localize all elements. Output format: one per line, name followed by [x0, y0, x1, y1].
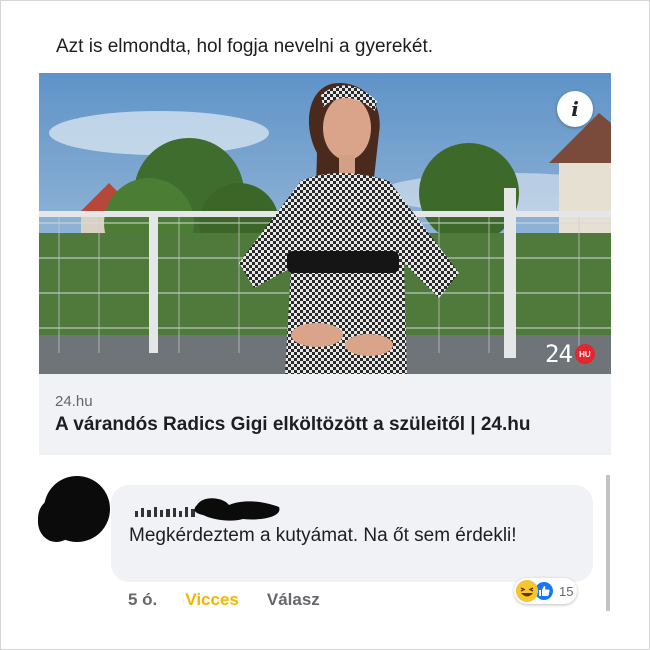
redacted-author-name[interactable] — [133, 495, 283, 523]
watermark-badge: HU — [574, 344, 595, 364]
comment-bubble: Megkérdeztem a kutyámat. Na őt sem érdek… — [111, 485, 593, 582]
link-preview-image[interactable]: i 24 HU — [39, 73, 611, 374]
reaction-count: 15 — [559, 583, 574, 599]
link-preview-card[interactable]: i 24 HU 24.hu A várandós Radics Gigi elk… — [39, 73, 611, 455]
link-domain: 24.hu — [55, 393, 93, 410]
article-photo — [39, 73, 611, 374]
watermark-text: 24 — [545, 340, 573, 368]
link-title[interactable]: A várandós Radics Gigi elköltözött a szü… — [55, 414, 530, 436]
scrollbar[interactable] — [606, 475, 610, 611]
post-text: Azt is elmondta, hol fogja nevelni a gye… — [56, 36, 434, 57]
comment-text: Megkérdeztem a kutyámat. Na őt sem érdek… — [129, 525, 517, 546]
source-watermark: 24 HU — [545, 342, 595, 366]
comment-timestamp[interactable]: 5 ó. — [128, 590, 157, 610]
reply-button[interactable]: Válasz — [267, 590, 320, 610]
info-icon[interactable]: i — [557, 91, 593, 127]
haha-icon — [516, 580, 538, 602]
comment-actions: 5 ó. Vicces Válasz — [128, 590, 320, 610]
react-button[interactable]: Vicces — [185, 590, 239, 610]
reaction-summary[interactable]: 15 — [514, 578, 578, 604]
